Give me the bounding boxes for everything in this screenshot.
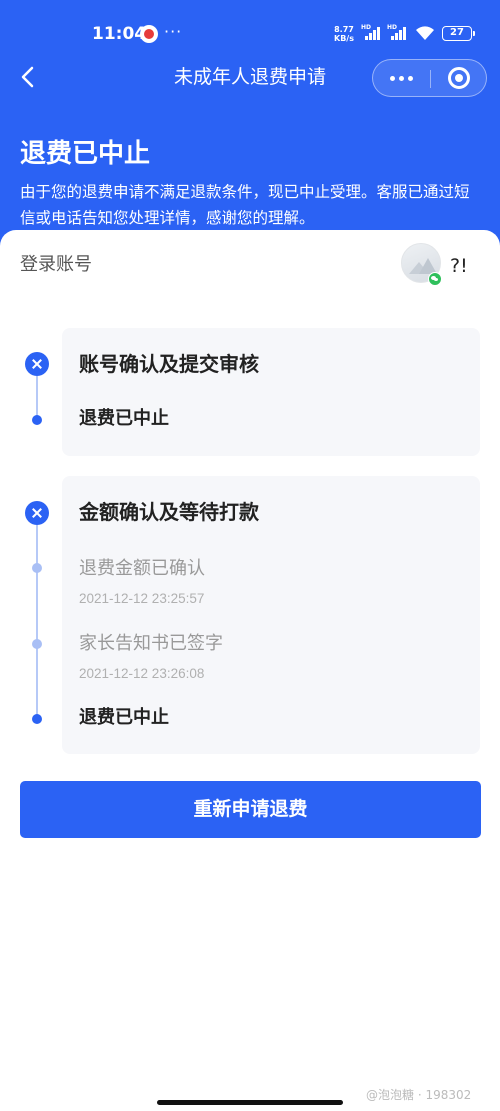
step-label: 退费金额已确认 bbox=[79, 558, 205, 579]
page-title: 退费已中止 bbox=[20, 139, 151, 169]
content-sheet: 登录账号 ?! 账号确认及提交审核 退费已中止 金额确认及等待打款 退费金额已确… bbox=[0, 230, 500, 1111]
step-label: 家长告知书已签字 bbox=[79, 633, 223, 654]
section-card-payment: 金额确认及等待打款 退费金额已确认 2021-12-12 23:25:57 家长… bbox=[62, 476, 480, 754]
timeline-line bbox=[36, 376, 38, 416]
timeline-dot bbox=[32, 714, 42, 724]
step-label: 退费已中止 bbox=[79, 707, 169, 728]
app-notification-icon bbox=[140, 25, 158, 43]
signal-1-icon: HD bbox=[361, 24, 383, 40]
battery-icon: 27 bbox=[442, 26, 475, 41]
step-time: 2021-12-12 23:25:57 bbox=[79, 591, 205, 606]
account-value: ?! bbox=[450, 255, 468, 277]
miniapp-capsule bbox=[372, 59, 487, 97]
step-time: 2021-12-12 23:26:08 bbox=[79, 666, 205, 681]
timeline-dot bbox=[32, 415, 42, 425]
cancelled-x-icon bbox=[25, 352, 49, 376]
target-circle-icon[interactable] bbox=[431, 60, 487, 96]
timeline-line bbox=[36, 525, 38, 715]
status-bar: 11:04 ··· 8.77 KB/s HD HD 27 bbox=[0, 0, 500, 50]
reapply-refund-button[interactable]: 重新申请退费 bbox=[20, 781, 481, 838]
account-label: 登录账号 bbox=[20, 254, 92, 275]
step-label: 退费已中止 bbox=[79, 408, 169, 429]
timeline-dot bbox=[32, 639, 42, 649]
home-indicator[interactable] bbox=[157, 1100, 343, 1105]
network-speed: 8.77 KB/s bbox=[334, 25, 354, 43]
section-title: 账号确认及提交审核 bbox=[79, 352, 259, 376]
watermark: @泡泡糖 · 198302 bbox=[366, 1088, 472, 1102]
status-description: 由于您的退费申请不满足退款条件，现已中止受理。客服已通过短信或电话告知您处理详情… bbox=[20, 183, 470, 227]
cancelled-x-icon bbox=[25, 501, 49, 525]
section-title: 金额确认及等待打款 bbox=[79, 500, 259, 524]
timeline-dot bbox=[32, 563, 42, 573]
status-time: 11:04 bbox=[92, 24, 147, 44]
network-speed-value: 8.77 bbox=[334, 25, 354, 34]
signal-2-icon: HD bbox=[387, 24, 409, 40]
more-notifications-indicator: ··· bbox=[164, 22, 183, 41]
wechat-badge-icon bbox=[428, 272, 442, 286]
more-dots-icon[interactable] bbox=[373, 60, 430, 96]
network-speed-unit: KB/s bbox=[334, 34, 354, 43]
wifi-icon bbox=[416, 26, 434, 40]
section-card-account: 账号确认及提交审核 退费已中止 bbox=[62, 328, 480, 456]
